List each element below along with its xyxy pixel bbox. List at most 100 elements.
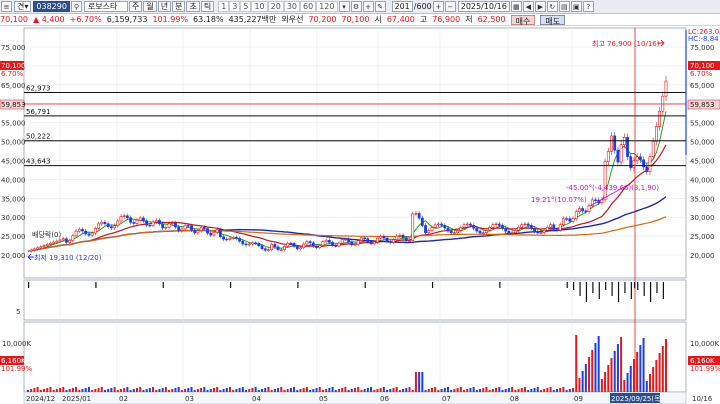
interval-60-button[interactable]: 60 (300, 1, 317, 12)
save-icon[interactable]: ▤ (558, 1, 570, 12)
view-select-label: 견 (17, 2, 25, 11)
volume-bar (395, 387, 398, 392)
volume-bar (283, 390, 286, 392)
candle-body (299, 247, 302, 250)
volume-bar (139, 387, 142, 392)
stock-code-input[interactable]: 038290 (33, 1, 70, 12)
menu-icon[interactable]: ≡ (1, 1, 12, 12)
interval-20-button[interactable]: 20 (267, 1, 284, 12)
candle-body (311, 242, 315, 247)
candle-body (568, 218, 572, 222)
candle-body (453, 232, 456, 234)
candle-body (238, 238, 241, 242)
date-field[interactable]: 2025/10/16 (457, 1, 510, 12)
candle-body (587, 205, 591, 212)
drawing-tool-icon[interactable]: ✎ (374, 1, 386, 12)
prev-icon[interactable]: ◀ (522, 1, 534, 12)
current-left: 59,853 (1, 101, 26, 109)
volume-bar (414, 372, 417, 392)
stock-chart[interactable]: 62,973 56,791 50,222 43,643 75,000 75,000 70,… (0, 26, 720, 404)
volume-bar (430, 388, 433, 392)
volume-bar (78, 390, 81, 392)
volume-bar (110, 388, 113, 392)
volume-bar (453, 389, 456, 392)
zoom-in-icon[interactable]: + (432, 1, 444, 12)
candle-body (135, 219, 139, 224)
volume-bar (511, 387, 514, 392)
candle-body (29, 249, 33, 252)
buy-button[interactable]: 매수 (510, 14, 536, 26)
interval-3-button[interactable]: 3 (229, 1, 241, 12)
volume-bar (533, 388, 536, 392)
indicator-bar (364, 282, 366, 288)
calendar-icon[interactable]: ▦ (510, 1, 522, 12)
print-icon[interactable]: ▣ (570, 1, 582, 12)
y-tick-label: 65,000 (1, 82, 26, 90)
candle-body (148, 224, 152, 227)
volume-bar (203, 387, 206, 392)
interval-120-button[interactable]: 120 (316, 1, 338, 12)
y-tick-label: 35,000 (1, 195, 26, 203)
candle-body (571, 218, 575, 222)
candle-body (42, 245, 46, 247)
volume-bar (113, 387, 116, 392)
volume-bar (446, 387, 449, 392)
stock-name-field[interactable]: 로보스타 (83, 1, 128, 12)
period-minute-button[interactable]: 분 (172, 1, 186, 12)
volume-bar (212, 388, 215, 392)
count-value: 201 (394, 2, 410, 11)
candle-body (65, 238, 68, 243)
period-week-button[interactable]: 주 (128, 1, 143, 12)
chart-settings-icon[interactable]: ⚙ (350, 1, 362, 12)
volume-bar (136, 388, 139, 392)
period-year-button[interactable]: 년 (157, 1, 172, 12)
view-select[interactable]: 견 ▾ (14, 1, 32, 12)
candle-body (651, 141, 655, 157)
period-month-button[interactable]: 월 (143, 1, 157, 12)
interval-10-button[interactable]: 10 (251, 1, 268, 12)
interval-1-button[interactable]: 1 (218, 1, 230, 12)
candle-body (247, 243, 251, 246)
price-pane[interactable] (23, 27, 687, 279)
volume-bar (171, 389, 174, 392)
candle-body (475, 227, 479, 232)
candle-body (504, 227, 508, 232)
open-price: 67,400 (386, 15, 415, 24)
candle-body (456, 230, 460, 233)
candle-body (251, 242, 254, 245)
x-tick-label: 10/16 (692, 395, 713, 403)
volume-bar (103, 390, 106, 392)
period-tick-button[interactable]: 틱 (200, 1, 215, 12)
volume-bar (632, 359, 635, 392)
indicator-bar (28, 282, 30, 288)
candle-body (533, 227, 536, 232)
interval-30-button[interactable]: 30 (283, 1, 301, 12)
interval-5-button[interactable]: 5 (240, 1, 252, 12)
x-tick-label: 02 (119, 395, 128, 403)
candle-body (417, 213, 421, 219)
volume-bar (565, 390, 568, 392)
candle-body (664, 80, 668, 97)
candle-body (164, 226, 168, 229)
zoom-out-icon[interactable]: − (444, 1, 456, 12)
next-icon[interactable]: ▶ (534, 1, 546, 12)
period-second-button[interactable]: 초 (186, 1, 200, 12)
refresh-icon[interactable]: ↻ (546, 1, 558, 12)
volume-bar (62, 387, 65, 392)
interval-dropdown-icon[interactable]: ▾ (338, 1, 350, 12)
help-icon[interactable]: ? (582, 1, 594, 12)
candle-body (68, 240, 72, 243)
candle-body (558, 224, 562, 231)
search-icon[interactable]: ⚲ (70, 1, 82, 12)
volume-bar (408, 387, 411, 392)
crosshair-icon[interactable]: + (362, 1, 374, 12)
volume-bar (514, 390, 517, 392)
volume-bar (539, 390, 542, 392)
candle-body (267, 249, 270, 251)
indicator-bar (431, 282, 434, 288)
sell-button[interactable]: 매도 (540, 14, 566, 26)
candle-body (199, 227, 203, 231)
candle-body (125, 215, 129, 219)
count-field[interactable]: 201 (391, 1, 413, 12)
volume-bar (575, 335, 578, 392)
